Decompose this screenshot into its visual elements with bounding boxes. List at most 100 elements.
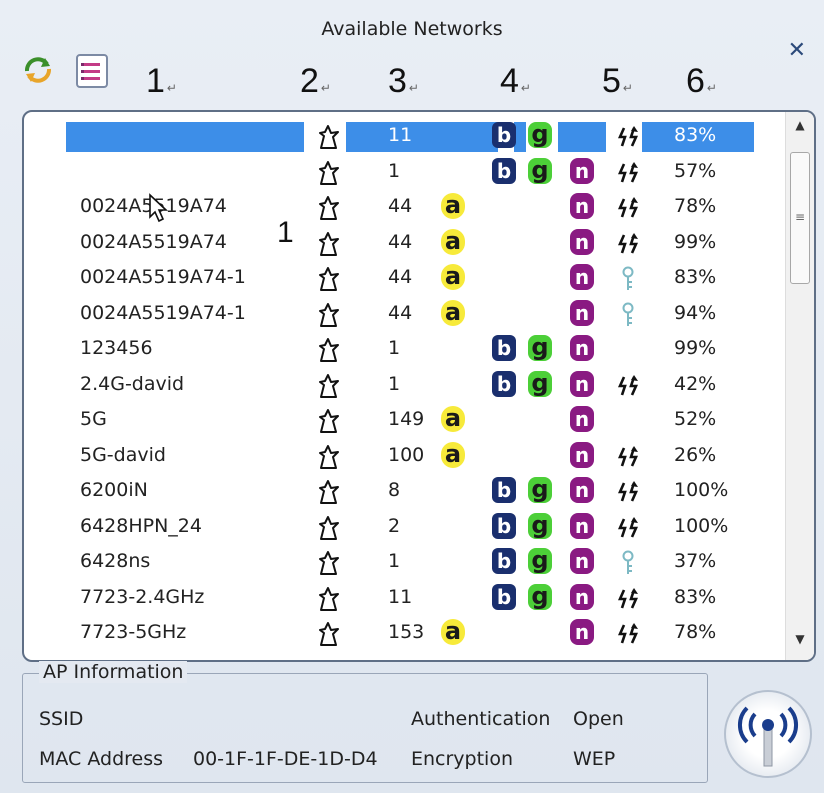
- network-row[interactable]: 0024A5519A74-1 44 a n 83%: [24, 260, 784, 296]
- return-marker: ↵: [622, 81, 633, 95]
- ap-information-group: AP Information SSID MAC Address 00-1F-1F…: [22, 661, 708, 783]
- mode-a-icon: a: [441, 299, 465, 326]
- network-row[interactable]: 0024A5519A74-1 44 a n 94%: [24, 296, 784, 332]
- return-marker: ↵: [320, 81, 331, 95]
- network-row[interactable]: 1 b g n 57%: [24, 154, 784, 190]
- connect-hand-icon: [316, 302, 342, 328]
- scroll-down-arrow[interactable]: ▼: [786, 632, 814, 654]
- close-icon[interactable]: ✕: [788, 38, 806, 63]
- ssid-text: 0024A5519A74-1: [80, 301, 246, 324]
- network-row[interactable]: 11 b g 83%: [24, 118, 784, 154]
- network-row[interactable]: 123456 1 b g n 99%: [24, 331, 784, 367]
- channel-text: 8: [388, 479, 401, 501]
- connect-hand-icon: [316, 124, 342, 150]
- scrollbar[interactable]: ▲ ≡ ▼: [785, 112, 814, 660]
- network-row[interactable]: 7723-2.4GHz 11 b g n 83%: [24, 580, 784, 616]
- connect-hand-icon: [316, 408, 342, 434]
- mode-b-icon: b: [492, 370, 516, 397]
- mode-b-letter: b: [492, 512, 516, 539]
- ssid-text: 5G-david: [80, 443, 166, 466]
- connect-hand-icon: [316, 195, 342, 221]
- signal-strength-text: 83%: [674, 124, 717, 146]
- mode-b-letter: b: [492, 335, 516, 361]
- wps-icon: [616, 124, 640, 150]
- connect-hand-icon: [316, 621, 342, 647]
- network-list[interactable]: 11bg83%1bgn57%0024A5519A7444an78%0024A55…: [22, 110, 816, 662]
- network-row[interactable]: 0024A5519A7444an78%: [24, 189, 784, 225]
- column-number-text: 6: [686, 62, 705, 100]
- signal-strength-text: 99%: [674, 230, 717, 253]
- network-row[interactable]: 6200iN 8 b g n 100%: [24, 473, 784, 509]
- mode-g-icon: g: [528, 157, 552, 184]
- scroll-up-arrow[interactable]: ▲: [786, 118, 814, 140]
- channel-text: 44: [388, 266, 413, 288]
- network-row[interactable]: 7723-5GHz 153 a n 78%: [24, 615, 784, 651]
- connect-hand-icon: [316, 373, 342, 399]
- signal-strength-text: 83%: [674, 585, 717, 608]
- column-number-text: 2: [300, 62, 319, 100]
- mode-n-icon: n: [570, 548, 594, 574]
- channel-text: 100: [388, 443, 425, 466]
- connect-hand-icon: [316, 550, 342, 576]
- mode-b-icon: b: [492, 157, 516, 184]
- wps-icon: [616, 586, 640, 612]
- mode-g-icon: g: [528, 477, 552, 503]
- selection-highlight: [558, 122, 606, 152]
- network-row[interactable]: 0024A5519A74 44 a n 99%: [24, 225, 784, 261]
- network-row[interactable]: 2.4G-david 1 b g n 42%: [24, 367, 784, 403]
- wireless-antenna-icon[interactable]: [724, 690, 812, 778]
- mode-n-icon: n: [570, 619, 594, 645]
- column-number-text: 5: [602, 62, 621, 100]
- key-icon: [616, 302, 640, 328]
- mode-g-icon: g: [528, 370, 552, 397]
- channel-text: 44: [388, 230, 413, 253]
- mode-b-icon: b: [492, 122, 516, 148]
- wps-icon: [616, 231, 640, 257]
- connect-hand-icon: [316, 266, 342, 292]
- mode-g-icon: g: [528, 512, 552, 539]
- mode-a-icon: a: [441, 264, 465, 290]
- ssid-text: 2.4G-david: [80, 372, 185, 395]
- wps-icon: [616, 621, 640, 647]
- list-view-icon[interactable]: [76, 54, 108, 88]
- channel-text: 1: [388, 337, 401, 359]
- ssid-text: 6428ns: [80, 550, 151, 572]
- ssid-text: 6200iN: [80, 479, 148, 501]
- channel-text: 1: [388, 159, 401, 182]
- signal-strength-text: 99%: [674, 337, 717, 359]
- signal-strength-text: 100%: [674, 514, 729, 537]
- mode-g-icon: g: [528, 583, 552, 610]
- ssid-text: 0024A5519A74-1: [80, 266, 246, 288]
- ssid-text: 0024A5519A74: [80, 230, 227, 253]
- ssid-text: 123456: [80, 337, 153, 359]
- mode-b-letter: b: [492, 548, 516, 574]
- signal-strength-text: 42%: [674, 372, 717, 395]
- mode-n-icon: n: [570, 370, 594, 397]
- network-row[interactable]: 5G-david 100 a n 26%: [24, 438, 784, 474]
- network-row[interactable]: 6428HPN_24 2 b g n 100%: [24, 509, 784, 545]
- channel-text: 149: [388, 408, 425, 430]
- signal-strength-text: 57%: [674, 159, 717, 182]
- channel-text: 11: [388, 585, 413, 608]
- mode-n-icon: n: [570, 335, 594, 361]
- channel-text: 1: [388, 372, 401, 395]
- connect-hand-icon: [316, 160, 342, 186]
- authentication-value: Open: [573, 708, 624, 730]
- mode-n-icon: n: [570, 441, 594, 468]
- wps-icon: [616, 160, 640, 186]
- column-number-4: 4 ↵: [500, 62, 531, 101]
- mode-g-icon: g: [528, 548, 552, 574]
- wps-icon: [616, 479, 640, 505]
- connect-hand-icon: [316, 479, 342, 505]
- refresh-icon[interactable]: [20, 52, 56, 88]
- mode-n-icon: n: [570, 193, 594, 219]
- column-number-text: 4: [500, 62, 519, 100]
- network-row[interactable]: 6428ns 1 b g n 37%: [24, 544, 784, 580]
- network-rows: 11bg83%1bgn57%0024A5519A7444an78%0024A55…: [24, 112, 784, 660]
- mode-n-icon: n: [570, 228, 594, 255]
- connect-hand-icon: [316, 337, 342, 363]
- mode-b-letter: b: [492, 477, 516, 503]
- signal-strength-text: 37%: [674, 550, 717, 572]
- network-row[interactable]: 5G 149 a n 52%: [24, 402, 784, 438]
- ssid-text: 5G: [80, 408, 107, 430]
